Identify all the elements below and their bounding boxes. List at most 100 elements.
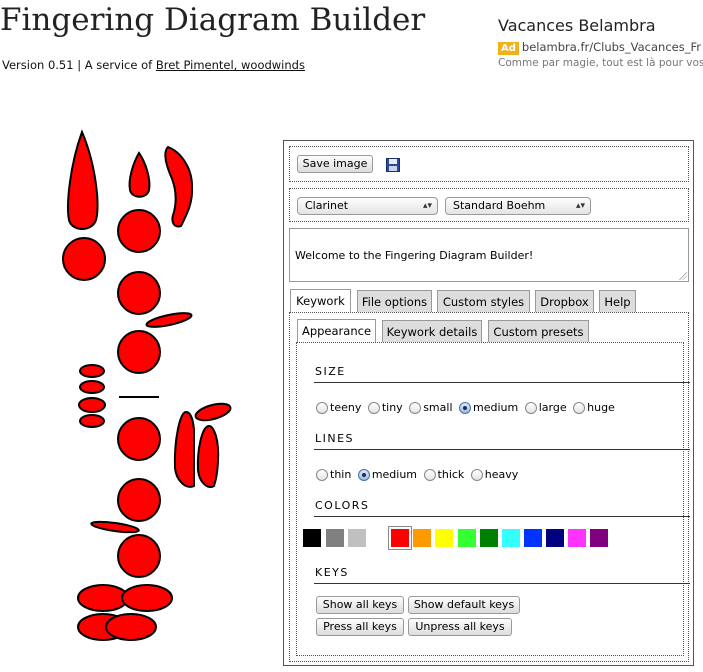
lines-option-heavy[interactable]: heavy bbox=[470, 468, 518, 481]
press-all-keys-button[interactable]: Press all keys bbox=[316, 618, 404, 636]
radio-thin[interactable] bbox=[316, 468, 328, 481]
divider bbox=[314, 516, 690, 517]
instrument-section: Clarinet ▴▾ Standard Boehm ▴▾ bbox=[289, 188, 689, 222]
radio-lines-medium-selected[interactable] bbox=[357, 468, 370, 481]
show-all-keys-button[interactable]: Show all keys bbox=[316, 596, 404, 614]
subtab-appearance[interactable]: Appearance bbox=[297, 319, 376, 343]
key-sliver-side-2[interactable] bbox=[194, 401, 232, 424]
hole-4[interactable] bbox=[117, 417, 161, 461]
color-swatch-ff9900[interactable] bbox=[413, 529, 431, 547]
radio-medium-selected[interactable] bbox=[459, 401, 472, 414]
lines-radio-group: thin medium thick heavy bbox=[316, 467, 521, 481]
radio-heavy[interactable] bbox=[470, 468, 483, 481]
fingering-diagram bbox=[62, 129, 232, 641]
color-swatch-800080[interactable] bbox=[590, 529, 608, 547]
hole-2[interactable] bbox=[117, 271, 161, 315]
radio-thick[interactable] bbox=[423, 468, 436, 481]
size-option-tiny[interactable]: tiny bbox=[367, 401, 403, 414]
keywork-tab-panel: Appearance Keywork details Custom preset… bbox=[289, 312, 690, 662]
divider bbox=[314, 583, 690, 584]
key-left-pinky-1[interactable] bbox=[173, 410, 195, 488]
size-heading: SIZE bbox=[315, 365, 346, 378]
lines-option-medium[interactable]: medium bbox=[357, 467, 418, 481]
size-teeny-label: teeny bbox=[330, 400, 362, 414]
hole-1[interactable] bbox=[117, 209, 161, 253]
message-textarea[interactable]: Welcome to the Fingering Diagram Builder… bbox=[289, 228, 689, 282]
key-right-pinky-4[interactable] bbox=[105, 613, 157, 641]
color-swatch-ffff00[interactable] bbox=[435, 529, 453, 547]
radio-tiny[interactable] bbox=[367, 401, 380, 414]
color-swatch-0033ff[interactable] bbox=[524, 529, 542, 547]
size-radio-group: teeny tiny small medium large huge bbox=[316, 400, 618, 414]
size-small-label: small bbox=[423, 400, 453, 414]
size-huge-label: huge bbox=[587, 400, 615, 414]
side-key-4[interactable] bbox=[79, 414, 105, 428]
unpress-all-keys-button[interactable]: Unpress all keys bbox=[408, 618, 512, 636]
select-arrows-icon: ▴▾ bbox=[575, 201, 585, 211]
appearance-panel: SIZE teeny tiny small medium large huge … bbox=[296, 342, 690, 656]
key-left-pinky-2[interactable] bbox=[196, 424, 220, 488]
color-swatch-000080[interactable] bbox=[546, 529, 564, 547]
color-swatch-008000[interactable] bbox=[480, 529, 498, 547]
side-key-1[interactable] bbox=[79, 364, 105, 378]
lines-medium-label: medium bbox=[371, 467, 418, 481]
side-key-2[interactable] bbox=[79, 380, 105, 394]
color-swatch-000000[interactable] bbox=[303, 529, 321, 547]
lines-option-thin[interactable]: thin bbox=[316, 468, 351, 481]
show-default-keys-button[interactable]: Show default keys bbox=[408, 596, 520, 614]
tab-dropbox[interactable]: Dropbox bbox=[535, 290, 594, 312]
hole-thumb[interactable] bbox=[62, 237, 106, 281]
radio-small[interactable] bbox=[409, 401, 422, 414]
size-option-teeny[interactable]: teeny bbox=[316, 401, 361, 414]
colors-heading: COLORS bbox=[315, 499, 370, 512]
tab-file-options[interactable]: File options bbox=[357, 290, 432, 312]
radio-large[interactable] bbox=[524, 401, 537, 414]
color-swatch-c0c0c0[interactable] bbox=[348, 529, 366, 547]
instrument-select[interactable]: Clarinet ▴▾ bbox=[297, 197, 438, 215]
hole-5[interactable] bbox=[117, 478, 161, 522]
color-swatch-33ffff[interactable] bbox=[502, 529, 520, 547]
ad-url[interactable]: belambra.fr/Clubs_Vacances_Fr bbox=[522, 40, 701, 54]
color-swatch-ff33ff[interactable] bbox=[568, 529, 586, 547]
subtab-keywork-details[interactable]: Keywork details bbox=[382, 320, 482, 342]
key-g-sharp[interactable] bbox=[164, 145, 194, 228]
keys-heading: KEYS bbox=[315, 566, 349, 579]
ad-description: Comme par magie, tout est là pour vos bbox=[498, 57, 703, 69]
tab-keywork[interactable]: Keywork bbox=[290, 289, 351, 313]
key-register-vent[interactable] bbox=[67, 129, 99, 230]
subtab-custom-presets[interactable]: Custom presets bbox=[488, 320, 589, 342]
side-key-3[interactable] bbox=[78, 397, 106, 413]
radio-teeny[interactable] bbox=[316, 401, 328, 414]
size-option-large[interactable]: large bbox=[524, 401, 567, 414]
ad-block[interactable]: Vacances Belambra Ad belambra.fr/Clubs_Va… bbox=[498, 16, 703, 69]
control-panel: Save image Clarinet ▴▾ Standard Boehm ▴▾… bbox=[283, 140, 694, 666]
ad-badge: Ad bbox=[498, 42, 519, 55]
lines-option-thick[interactable]: thick bbox=[423, 468, 464, 481]
color-swatch-33ff33[interactable] bbox=[458, 529, 476, 547]
key-right-pinky-1[interactable] bbox=[77, 584, 129, 612]
hole-6[interactable] bbox=[117, 534, 161, 578]
key-right-pinky-2[interactable] bbox=[121, 584, 173, 612]
hole-3[interactable] bbox=[117, 330, 161, 374]
size-option-small[interactable]: small bbox=[409, 400, 453, 414]
color-swatch-ff0000[interactable] bbox=[388, 526, 412, 550]
key-sliver-side-3[interactable] bbox=[90, 520, 140, 535]
tab-custom-styles[interactable]: Custom styles bbox=[437, 290, 530, 312]
resize-handle-icon[interactable] bbox=[679, 272, 687, 280]
tab-help[interactable]: Help bbox=[599, 290, 636, 312]
lines-heading: LINES bbox=[315, 432, 355, 445]
color-swatch-808080[interactable] bbox=[326, 529, 344, 547]
divider bbox=[314, 382, 690, 383]
message-text: Welcome to the Fingering Diagram Builder… bbox=[295, 249, 534, 262]
key-a[interactable] bbox=[128, 151, 151, 198]
size-option-medium[interactable]: medium bbox=[459, 401, 518, 414]
floppy-disk-icon[interactable] bbox=[386, 158, 400, 172]
system-select[interactable]: Standard Boehm ▴▾ bbox=[445, 197, 591, 215]
save-image-button[interactable]: Save image bbox=[297, 155, 373, 173]
radio-huge[interactable] bbox=[573, 401, 586, 414]
instrument-value: Clarinet bbox=[305, 199, 349, 212]
ad-title[interactable]: Vacances Belambra bbox=[498, 16, 703, 35]
size-option-huge[interactable]: huge bbox=[573, 401, 615, 414]
key-sliver-side-1[interactable] bbox=[145, 310, 193, 329]
save-section: Save image bbox=[289, 146, 689, 182]
